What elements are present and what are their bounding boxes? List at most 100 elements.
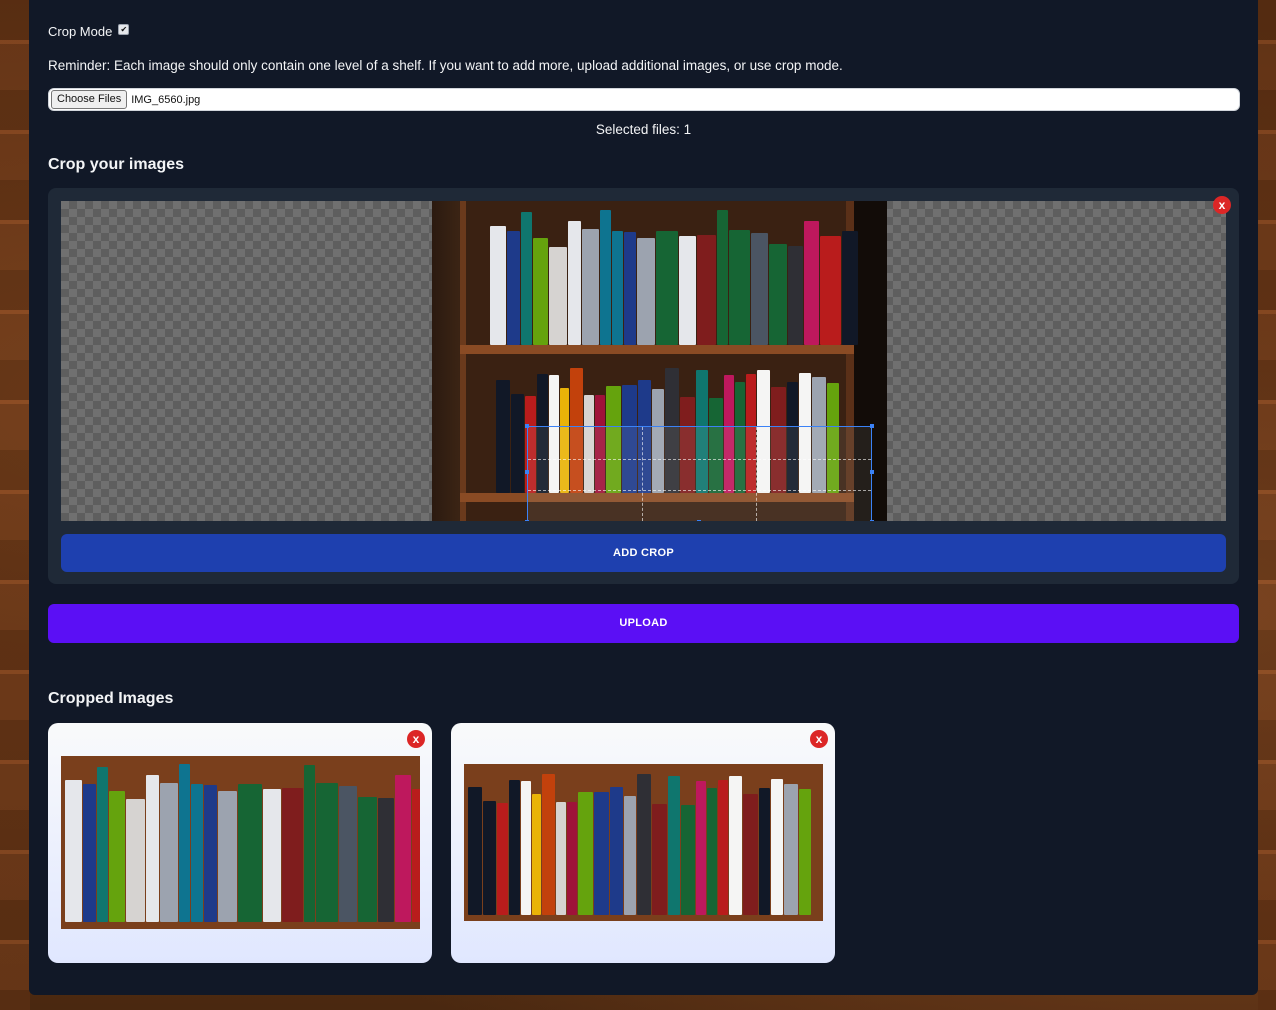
crop-handle-bottom-left[interactable]: [525, 520, 529, 521]
book-spine: [799, 789, 811, 915]
book-spine: [784, 784, 798, 915]
add-crop-button[interactable]: ADD CROP: [61, 534, 1226, 572]
book-spine: [718, 780, 728, 915]
crop-handle-bottom-right[interactable]: [870, 520, 874, 521]
remove-cropped-image-button[interactable]: x: [810, 730, 828, 748]
book-spine: [304, 765, 315, 922]
crop-handle-left[interactable]: [525, 470, 529, 474]
crop-handle-top-right[interactable]: [870, 424, 874, 428]
crop-editor: x ADD CROP: [48, 188, 1239, 584]
book-spine: [759, 788, 770, 915]
book-spine: [146, 775, 159, 922]
book-spine: [804, 221, 819, 345]
book-spine: [637, 238, 655, 345]
book-spine: [624, 232, 636, 345]
book-spine: [160, 783, 178, 922]
book-spine: [582, 229, 599, 345]
book-spine: [483, 801, 496, 915]
book-spine: [316, 783, 338, 922]
book-spine: [679, 236, 696, 345]
book-spine: [751, 233, 768, 345]
book-spine: [729, 776, 742, 915]
selected-files-count: Selected files: 1: [595, 122, 692, 137]
crop-selection[interactable]: [525, 424, 874, 521]
book-spine: [594, 792, 609, 915]
background-bookshelf-left: [0, 0, 30, 1010]
book-spine: [771, 779, 783, 915]
book-spine: [624, 796, 636, 915]
book-spine: [637, 774, 651, 915]
crop-handle-bottom[interactable]: [697, 520, 701, 521]
book-spine: [521, 781, 531, 915]
book-spine: [218, 791, 237, 922]
cropped-images-title: Cropped Images: [48, 690, 174, 707]
book-spine: [83, 784, 96, 922]
book-spine: [507, 231, 520, 345]
main-panel: Crop Mode ✔ Reminder: Each image should …: [29, 0, 1258, 995]
book-spine: [556, 802, 566, 915]
cropped-image-card: x: [48, 723, 432, 963]
remove-image-button[interactable]: x: [1213, 196, 1231, 214]
book-spine: [497, 803, 508, 915]
book-spine: [109, 791, 125, 922]
cropped-image: [61, 756, 420, 929]
cropped-image: [464, 764, 823, 921]
book-spine: [282, 788, 303, 922]
book-spine: [610, 787, 623, 915]
book-spine: [533, 238, 548, 345]
book-spine: [509, 780, 520, 915]
crop-handle-right[interactable]: [870, 470, 874, 474]
book-spine: [707, 788, 717, 915]
book-spine: [358, 797, 377, 922]
book-spine: [511, 394, 524, 493]
crop-mode-label: Crop Mode: [48, 24, 113, 39]
crop-section-title: Crop your images: [48, 156, 185, 173]
book-spine: [729, 230, 750, 345]
book-spine: [788, 246, 803, 345]
book-spine: [567, 802, 577, 915]
book-spine: [820, 236, 841, 345]
book-spine: [697, 235, 716, 345]
book-spine: [612, 231, 623, 345]
crop-mode-toggle[interactable]: Crop Mode ✔: [48, 24, 130, 39]
book-spine: [204, 785, 217, 922]
book-spine: [378, 798, 394, 922]
file-input[interactable]: Choose Files IMG_6560.jpg: [48, 88, 1240, 111]
reminder-text: Reminder: Each image should only contain…: [48, 58, 843, 73]
upload-button[interactable]: UPLOAD: [48, 604, 1239, 643]
selected-file-name: IMG_6560.jpg: [131, 93, 201, 106]
book-spine: [600, 210, 611, 345]
book-spine: [490, 226, 506, 345]
book-spine: [468, 787, 482, 915]
book-spine: [696, 781, 706, 915]
book-spine: [842, 231, 858, 345]
book-spine: [65, 780, 82, 922]
book-spine: [263, 789, 281, 922]
book-spine: [652, 804, 667, 915]
book-spine: [769, 244, 787, 345]
book-spine: [126, 799, 145, 922]
book-spine: [743, 794, 758, 915]
book-spine: [681, 805, 695, 915]
book-spine: [238, 784, 262, 922]
book-spine: [179, 764, 190, 922]
choose-files-button[interactable]: Choose Files: [51, 90, 128, 109]
remove-cropped-image-button[interactable]: x: [407, 730, 425, 748]
book-spine: [668, 776, 680, 915]
crop-handle-top-left[interactable]: [525, 424, 529, 428]
background-bookshelf-right: [1258, 0, 1276, 1010]
book-spine: [412, 789, 420, 922]
book-spine: [521, 212, 532, 345]
book-spine: [656, 231, 678, 345]
book-spine: [549, 247, 567, 345]
crop-mode-checkbox[interactable]: ✔: [118, 24, 130, 35]
book-spine: [717, 210, 728, 345]
cropped-image-card: x: [451, 723, 835, 963]
book-spine: [339, 786, 357, 922]
book-spine: [542, 774, 555, 915]
crop-canvas[interactable]: [61, 201, 1226, 521]
book-spine: [578, 792, 593, 915]
book-spine: [395, 775, 411, 922]
book-spine: [191, 784, 203, 922]
book-spine: [532, 794, 541, 915]
